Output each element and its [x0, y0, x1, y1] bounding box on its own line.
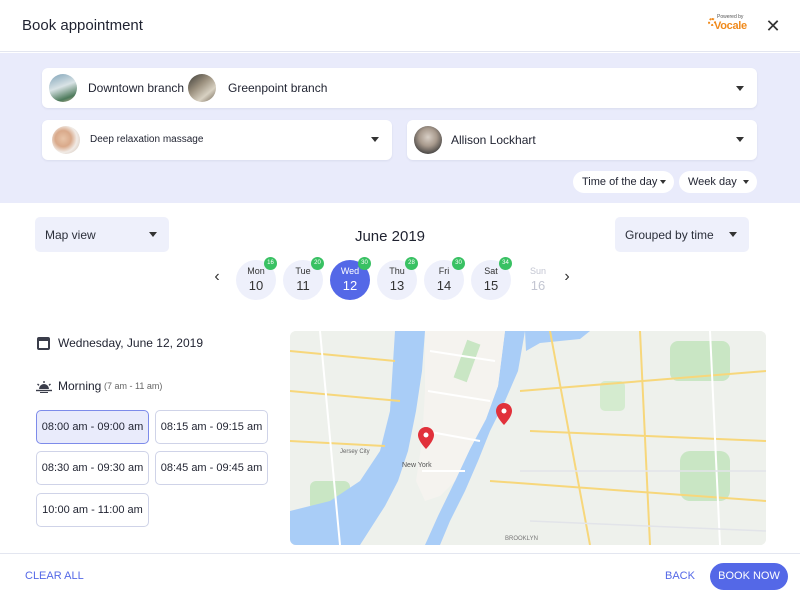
branch-chip-downtown: Downtown branch: [88, 81, 185, 95]
day-name: Tue: [295, 266, 311, 276]
day-name: Thu: [389, 266, 405, 276]
back-button[interactable]: BACK: [665, 570, 695, 582]
sunrise-icon: [36, 381, 52, 393]
map-canvas: New York Jersey City BROOKLYN: [290, 331, 766, 545]
chevron-down-icon: [729, 232, 737, 237]
branch-map[interactable]: New York Jersey City BROOKLYN: [290, 331, 766, 545]
day-name: Mon: [247, 266, 265, 276]
day-name: Wed: [340, 266, 360, 276]
footer-bar: CLEAR ALL BACK BOOK NOW: [0, 553, 800, 598]
time-slot[interactable]: 08:15 am - 09:15 am: [155, 410, 268, 444]
day-fri[interactable]: 30 Fri 14: [424, 257, 465, 300]
staff-label: Allison Lockhart: [451, 133, 536, 147]
day-mon[interactable]: 16 Mon 10: [236, 257, 277, 300]
selected-date-label: Wednesday, June 12, 2019: [58, 336, 203, 350]
chevron-left-icon[interactable]: ‹: [209, 269, 225, 285]
branch-thumbnail: [49, 74, 77, 102]
month-label: June 2019: [354, 228, 426, 245]
calendar-icon: [37, 337, 50, 350]
day-date: 12: [342, 278, 358, 293]
chevron-right-icon[interactable]: ›: [559, 269, 575, 285]
chevron-down-icon: [736, 137, 744, 142]
branch-thumbnail: [188, 74, 216, 102]
powered-by-logo: Powered by Vocale: [708, 14, 754, 38]
time-slot[interactable]: 08:30 am - 09:30 am: [36, 451, 149, 485]
week-day-filter[interactable]: Week day: [679, 171, 757, 193]
day-wed[interactable]: 30 Wed 12: [330, 257, 371, 300]
week-day-label: Week day: [688, 176, 737, 188]
staff-select[interactable]: Allison Lockhart: [407, 120, 757, 160]
map-label: BROOKLYN: [505, 536, 538, 542]
page-title: Book appointment: [22, 17, 143, 34]
chevron-down-icon: [743, 180, 749, 184]
day-date: 14: [436, 278, 452, 293]
chevron-down-icon: [371, 137, 379, 142]
map-label: Jersey City: [340, 449, 370, 455]
time-slot[interactable]: 08:00 am - 09:00 am: [36, 410, 149, 444]
brand-name: Vocale: [714, 20, 747, 32]
grouping-select[interactable]: Grouped by time: [615, 217, 749, 252]
day-name: Sat: [484, 266, 498, 276]
period-label: Morning: [58, 379, 102, 393]
view-select[interactable]: Map view: [35, 217, 169, 252]
service-label: Deep relaxation massage: [90, 134, 204, 145]
chevron-down-icon: [660, 180, 666, 184]
grouping-label: Grouped by time: [625, 228, 714, 242]
view-label: Map view: [45, 228, 96, 242]
service-thumbnail: [52, 126, 80, 154]
schedule-card: Map view June 2019 Grouped by time ‹ 16 …: [0, 203, 800, 553]
day-sun: Sun 16: [518, 260, 558, 300]
day-date: 15: [483, 278, 499, 293]
time-slot[interactable]: 08:45 am - 09:45 am: [155, 451, 268, 485]
day-sat[interactable]: 34 Sat 15: [471, 257, 512, 300]
day-date: 11: [296, 278, 310, 293]
avatar: [414, 126, 442, 154]
day-name: Sun: [529, 266, 546, 276]
day-date: 16: [530, 278, 546, 293]
period-range: (7 am - 11 am): [104, 381, 163, 391]
chevron-down-icon: [736, 86, 744, 91]
time-slot[interactable]: 10:00 am - 11:00 am: [36, 493, 149, 527]
time-of-day-label: Time of the day: [582, 176, 658, 188]
service-select[interactable]: Deep relaxation massage: [42, 120, 392, 160]
day-name: Fri: [438, 266, 450, 276]
book-now-button[interactable]: BOOK NOW: [710, 563, 788, 590]
clear-all-button[interactable]: CLEAR ALL: [25, 570, 84, 582]
branch-chip-greenpoint: Greenpoint branch: [228, 81, 328, 95]
branch-select[interactable]: Downtown branch Greenpoint branch: [42, 68, 757, 108]
day-tue[interactable]: 20 Tue 11: [283, 257, 324, 300]
day-thu[interactable]: 28 Thu 13: [377, 257, 418, 300]
day-date: 10: [248, 278, 264, 293]
time-of-day-filter[interactable]: Time of the day: [573, 171, 674, 193]
close-icon[interactable]: ✕: [763, 16, 783, 36]
map-label: New York: [402, 462, 432, 469]
chevron-down-icon: [149, 232, 157, 237]
filter-panel: Downtown branch Greenpoint branch Deep r…: [0, 53, 800, 203]
day-date: 13: [389, 278, 405, 293]
header-bar: Book appointment Powered by Vocale ✕: [0, 0, 800, 52]
